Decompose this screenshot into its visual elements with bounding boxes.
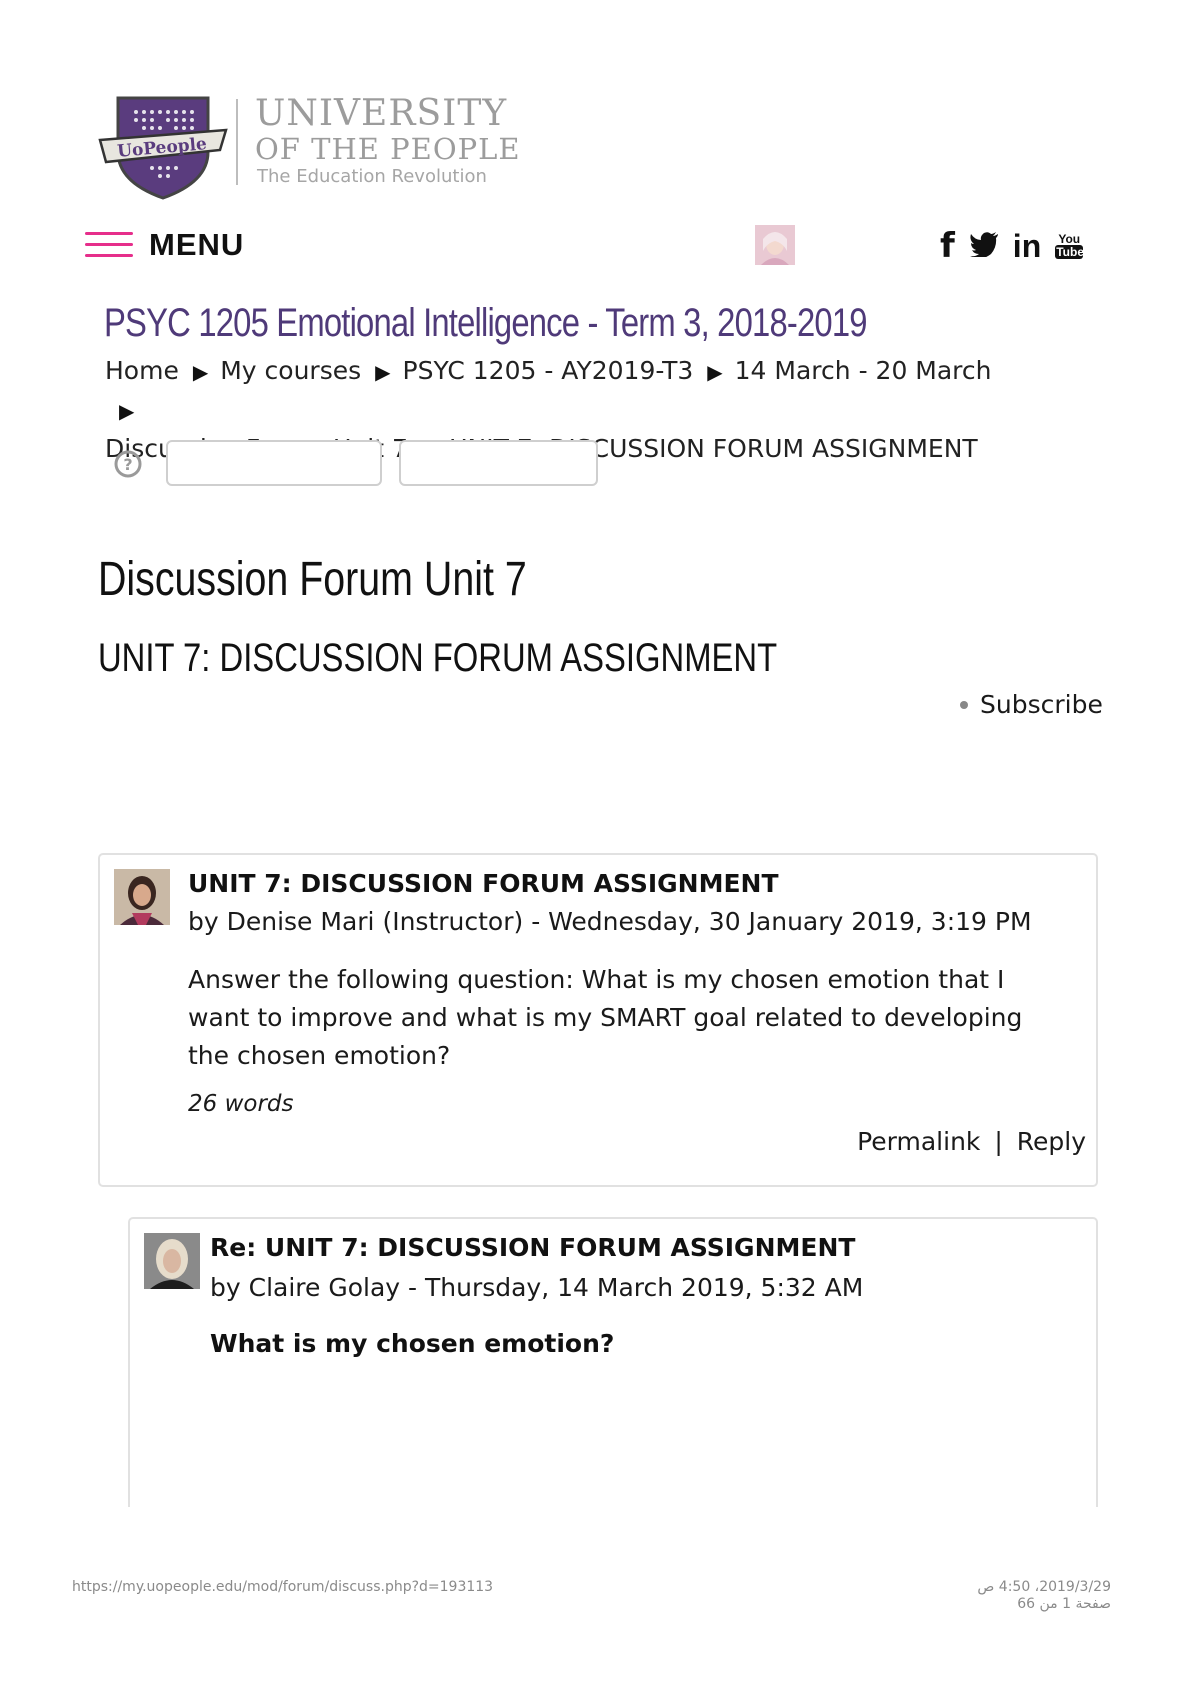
- post-body: Answer the following question: What is m…: [188, 965, 1023, 1070]
- user-avatar[interactable]: [755, 225, 795, 265]
- help-icon[interactable]: ?: [114, 450, 142, 478]
- uopeople-shield-icon: UoPeople: [98, 96, 228, 200]
- logo-of-the-people-text: OF THE PEOPLE: [255, 132, 521, 166]
- forum-title: Discussion Forum Unit 7: [98, 553, 527, 606]
- author-avatar[interactable]: [144, 1233, 200, 1289]
- actions-separator: |: [994, 1127, 1003, 1156]
- post-subject: Re: UNIT 7: DISCUSSION FORUM ASSIGNMENT: [210, 1233, 856, 1262]
- logo-divider: [236, 99, 238, 185]
- empty-box-2[interactable]: [399, 440, 598, 486]
- post-byline: by Denise Mari (Instructor) - Wednesday,…: [188, 907, 1032, 936]
- breadcrumb-separator-icon: ▶: [192, 360, 209, 384]
- svg-text:?: ?: [123, 455, 132, 474]
- twitter-icon[interactable]: [969, 231, 999, 261]
- subscribe-link[interactable]: Subscribe: [960, 690, 1103, 719]
- breadcrumb-home[interactable]: Home: [105, 356, 179, 385]
- post-body-heading: What is my chosen emotion?: [210, 1329, 615, 1358]
- forum-post-reply: Re: UNIT 7: DISCUSSION FORUM ASSIGNMENT …: [128, 1217, 1098, 1507]
- post-byline: by Claire Golay - Thursday, 14 March 201…: [210, 1273, 864, 1302]
- logo-university-text: UNIVERSITY: [255, 93, 508, 134]
- breadcrumb-week[interactable]: 14 March - 20 March: [735, 356, 992, 385]
- social-links: f in You Tube: [940, 226, 1084, 266]
- permalink-link[interactable]: Permalink: [857, 1127, 980, 1156]
- menu-button[interactable]: MENU: [85, 227, 245, 262]
- menu-label: MENU: [149, 227, 245, 262]
- breadcrumb-my-courses[interactable]: My courses: [220, 356, 361, 385]
- post-actions: Permalink | Reply: [857, 1127, 1086, 1156]
- user-avatar-image: [755, 225, 795, 265]
- course-title[interactable]: PSYC 1205 Emotional Intelligence - Term …: [104, 298, 867, 348]
- footer-url: https://my.uopeople.edu/mod/forum/discus…: [72, 1579, 494, 1595]
- subscribe-label: Subscribe: [980, 690, 1103, 719]
- breadcrumb-separator-icon: ▶: [375, 360, 391, 384]
- youtube-icon[interactable]: You Tube: [1055, 233, 1084, 259]
- linkedin-icon[interactable]: in: [1013, 230, 1041, 262]
- post-subject: UNIT 7: DISCUSSION FORUM ASSIGNMENT: [188, 869, 779, 898]
- author-avatar[interactable]: [114, 869, 170, 925]
- hamburger-icon: [85, 232, 133, 258]
- breadcrumb-course[interactable]: PSYC 1205 - AY2019-T3: [403, 356, 694, 385]
- facebook-icon[interactable]: f: [940, 229, 955, 263]
- discussion-title: UNIT 7: DISCUSSION FORUM ASSIGNMENT: [98, 636, 778, 680]
- empty-box-1[interactable]: [166, 440, 382, 486]
- breadcrumb-separator-icon: ▶: [707, 360, 723, 384]
- footer-datetime: 2019/3/29، 4:50 ص: [977, 1579, 1111, 1595]
- word-count: 26 words: [188, 1091, 294, 1117]
- reply-link[interactable]: Reply: [1017, 1127, 1086, 1156]
- forum-post: UNIT 7: DISCUSSION FORUM ASSIGNMENT by D…: [98, 853, 1098, 1187]
- bullet-icon: [960, 700, 968, 709]
- breadcrumb-separator-icon: ▶: [119, 399, 135, 423]
- logo-tagline: The Education Revolution: [257, 166, 487, 187]
- footer-page-number: صفحة 1 من 66: [1017, 1596, 1111, 1612]
